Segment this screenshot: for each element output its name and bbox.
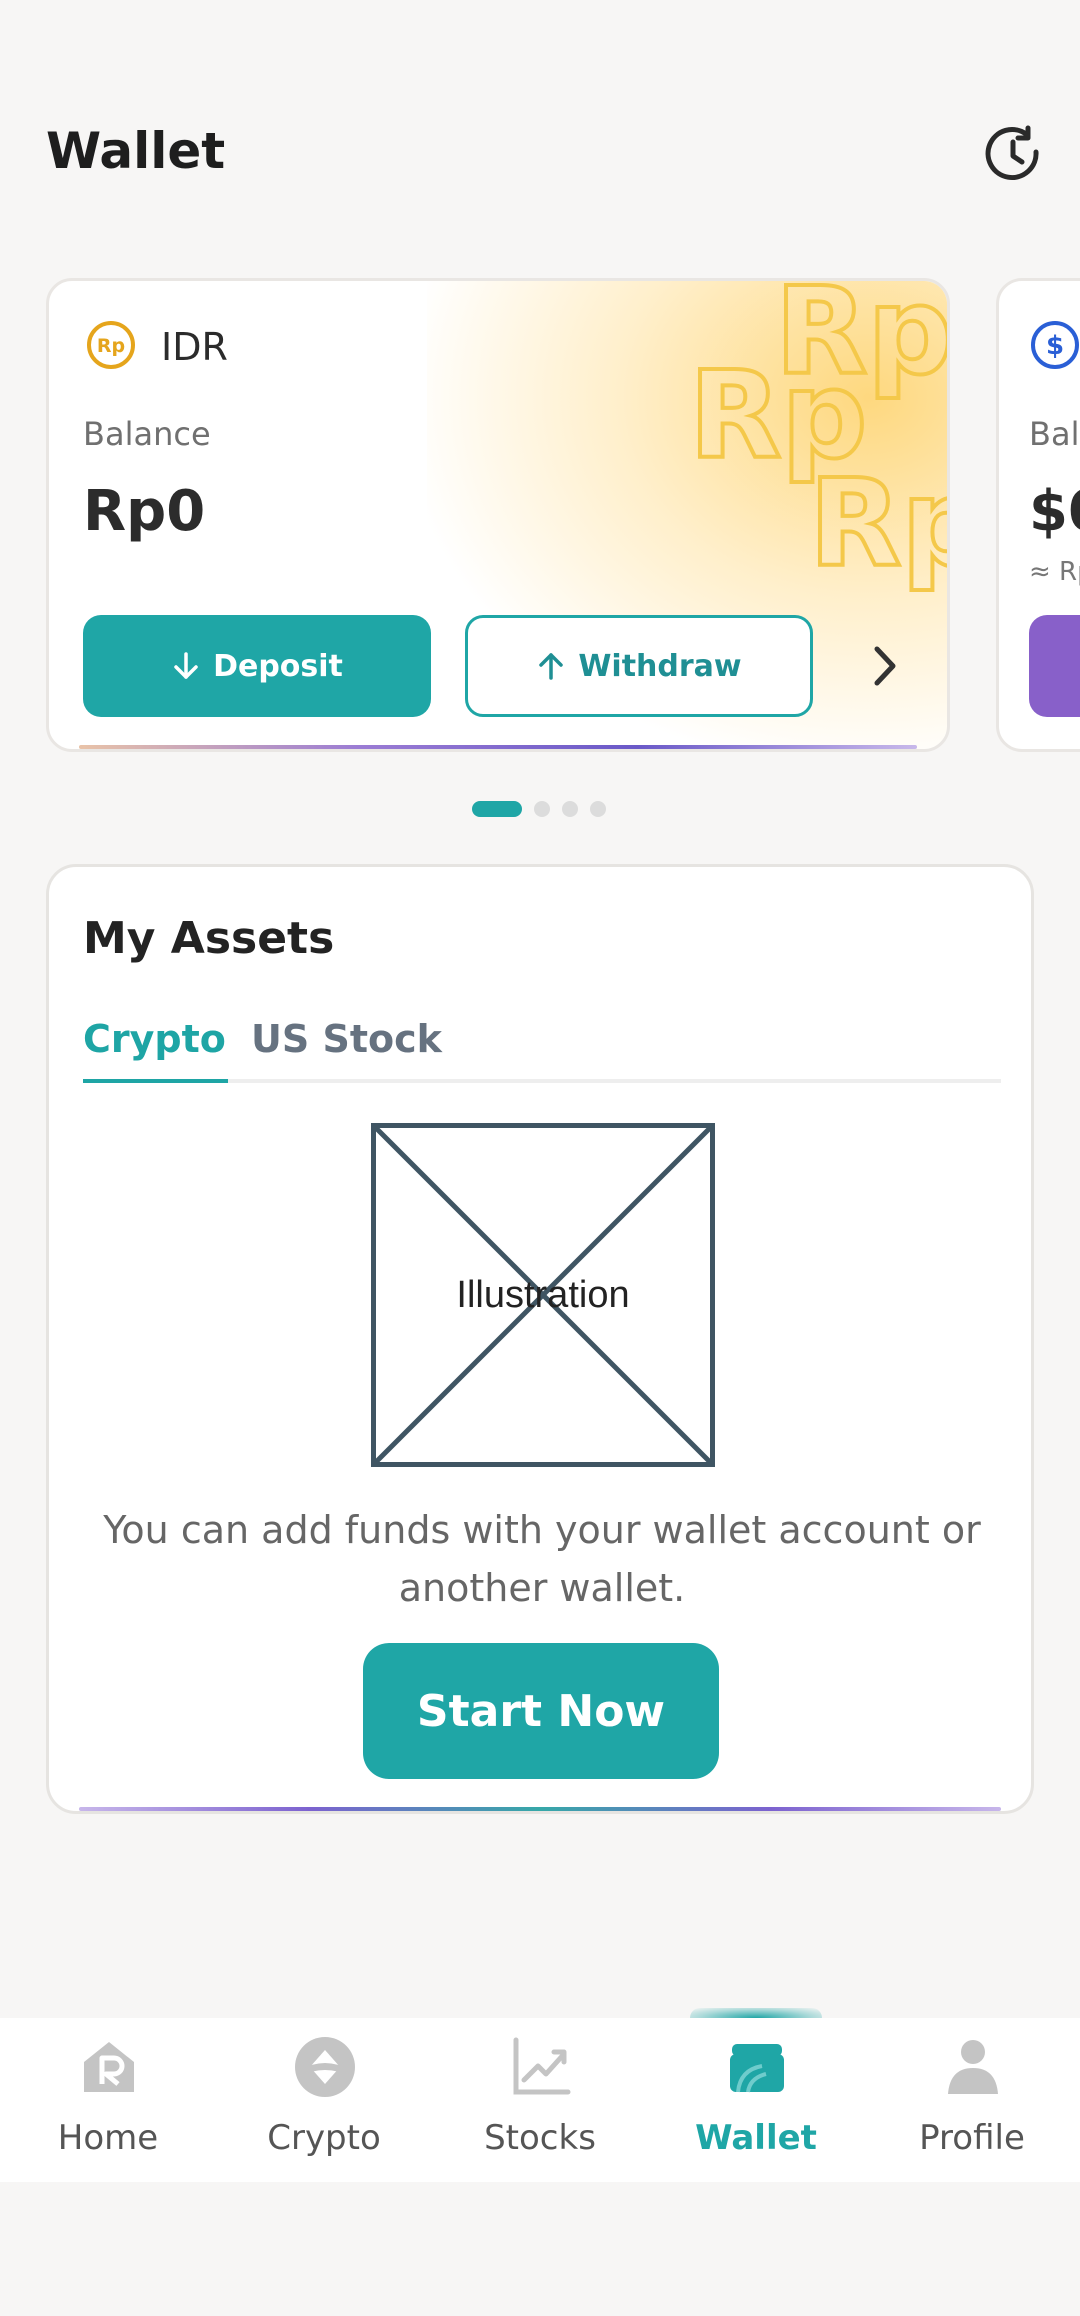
illustration-placeholder: Illustration: [371, 1123, 715, 1467]
chevron-right-icon[interactable]: [859, 641, 909, 691]
crypto-icon: [294, 2036, 356, 2098]
balance-value: Rp0: [83, 479, 206, 544]
approx-value: ≈ Rp: [1029, 557, 1080, 587]
empty-state-description: You can add funds with your wallet accou…: [103, 1508, 981, 1610]
svg-text:Rp: Rp: [97, 335, 125, 357]
nav-item-crypto[interactable]: Crypto: [216, 2018, 432, 2182]
usd-action-button[interactable]: [1029, 615, 1080, 717]
nav-label: Wallet: [695, 2118, 817, 2158]
active-tab-indicator: [690, 2008, 822, 2018]
tab-underline: [83, 1079, 228, 1083]
deposit-label: Deposit: [213, 648, 343, 684]
wallet-carousel[interactable]: Rp Rp Rp Rp IDR Balance Rp0 Deposit With…: [0, 276, 1080, 756]
bottom-navigation: Home Crypto Stocks Wallet Profile: [0, 2018, 1080, 2182]
tab-us-stock[interactable]: US Stock: [251, 1017, 442, 1061]
home-icon: [78, 2036, 140, 2098]
nav-item-stocks[interactable]: Stocks: [432, 2018, 648, 2182]
idr-wallet-card[interactable]: Rp Rp Rp Rp IDR Balance Rp0 Deposit With…: [46, 278, 950, 752]
balance-label: Balance: [83, 415, 211, 453]
tab-crypto[interactable]: Crypto: [83, 1017, 228, 1083]
stocks-icon: [510, 2036, 572, 2098]
nav-item-wallet[interactable]: Wallet: [648, 2018, 864, 2182]
assets-title: My Assets: [83, 913, 335, 964]
carousel-dot[interactable]: [590, 801, 606, 817]
start-now-button[interactable]: Start Now: [363, 1643, 719, 1779]
carousel-dot[interactable]: [472, 801, 522, 817]
balance-value: $0: [1029, 479, 1080, 544]
arrow-up-icon: [539, 653, 564, 680]
carousel-dot[interactable]: [534, 801, 550, 817]
profile-icon: [942, 2036, 1004, 2098]
tab-label: Crypto: [83, 1017, 226, 1061]
nav-label: Home: [57, 2118, 159, 2158]
card-accent-line: [79, 1807, 1001, 1811]
withdraw-button[interactable]: Withdraw: [465, 615, 813, 717]
dollar-icon: $: [1029, 319, 1080, 371]
asset-tabs: Crypto US Stock: [83, 1017, 1001, 1083]
history-icon[interactable]: [980, 122, 1046, 188]
page-title: Wallet: [46, 122, 226, 180]
illustration-label: Illustration: [456, 1273, 630, 1316]
usd-wallet-card[interactable]: $ Bal $0 ≈ Rp: [996, 278, 1080, 752]
carousel-dot[interactable]: [562, 801, 578, 817]
nav-label: Crypto: [267, 2118, 381, 2158]
tab-label: US Stock: [251, 1017, 442, 1061]
card-accent-line: [79, 745, 917, 749]
svg-text:$: $: [1046, 331, 1064, 361]
nav-label: Profile: [919, 2118, 1025, 2158]
withdraw-label: Withdraw: [578, 648, 742, 684]
balance-label: Bal: [1029, 415, 1080, 453]
arrow-down-icon: [174, 652, 198, 679]
rupiah-watermark: Rp: [807, 455, 947, 594]
app-header: Wallet: [0, 0, 1080, 240]
nav-label: Stocks: [484, 2118, 596, 2158]
currency-name: IDR: [161, 325, 228, 369]
carousel-indicator: [472, 800, 606, 818]
nav-item-home[interactable]: Home: [0, 2018, 216, 2182]
nav-item-profile[interactable]: Profile: [864, 2018, 1080, 2182]
wallet-icon: [726, 2036, 788, 2098]
rupiah-icon: Rp: [85, 319, 137, 371]
my-assets-card: My Assets Crypto US Stock Illustration Y…: [46, 864, 1034, 1814]
deposit-button[interactable]: Deposit: [83, 615, 431, 717]
